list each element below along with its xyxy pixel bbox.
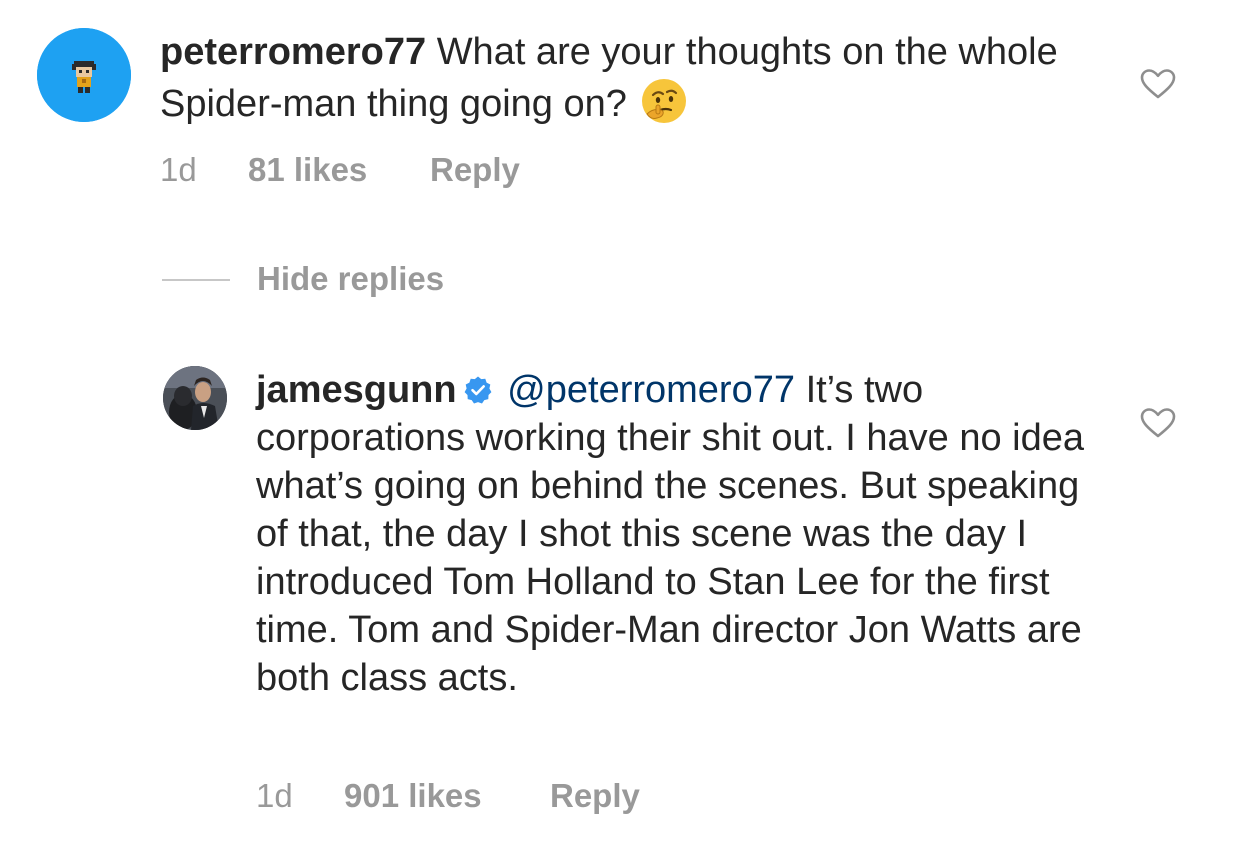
comment-body: jamesgunn @peterromero77 It’s two corpor… [256,366,1096,702]
comment-text: It’s two corporations working their shit… [256,369,1085,699]
comment-timestamp: 1d [256,777,293,814]
profile-photo-icon [163,366,227,430]
hide-replies-label[interactable]: Hide replies [257,258,444,300]
comment-timestamp: 1d [160,151,197,188]
pixel-avatar-icon [37,28,131,122]
hide-replies-toggle[interactable]: Hide replies [162,258,562,300]
avatar-jamesgunn[interactable] [163,366,227,430]
reply-button[interactable]: Reply [430,150,520,190]
comment-meta: 1d 901 likes Reply [256,776,756,816]
thinking-face-icon [639,76,689,126]
comment-likes[interactable]: 901 likes [344,776,482,816]
comment-body: peterromero77 What are your thoughts on … [160,28,1100,128]
reply-button[interactable]: Reply [550,776,640,816]
comment-likes[interactable]: 81 likes [248,150,367,190]
verified-badge-icon [463,375,493,405]
like-heart-icon[interactable] [1140,407,1176,439]
like-heart-icon[interactable] [1140,68,1176,100]
divider-line [162,279,230,281]
comment-meta: 1d 81 likes Reply [160,150,660,190]
comment-username[interactable]: jamesgunn [256,369,457,411]
avatar-peterromero77[interactable] [37,28,131,122]
comment-username[interactable]: peterromero77 [160,31,426,73]
mention-link[interactable]: @peterromero77 [507,369,795,411]
